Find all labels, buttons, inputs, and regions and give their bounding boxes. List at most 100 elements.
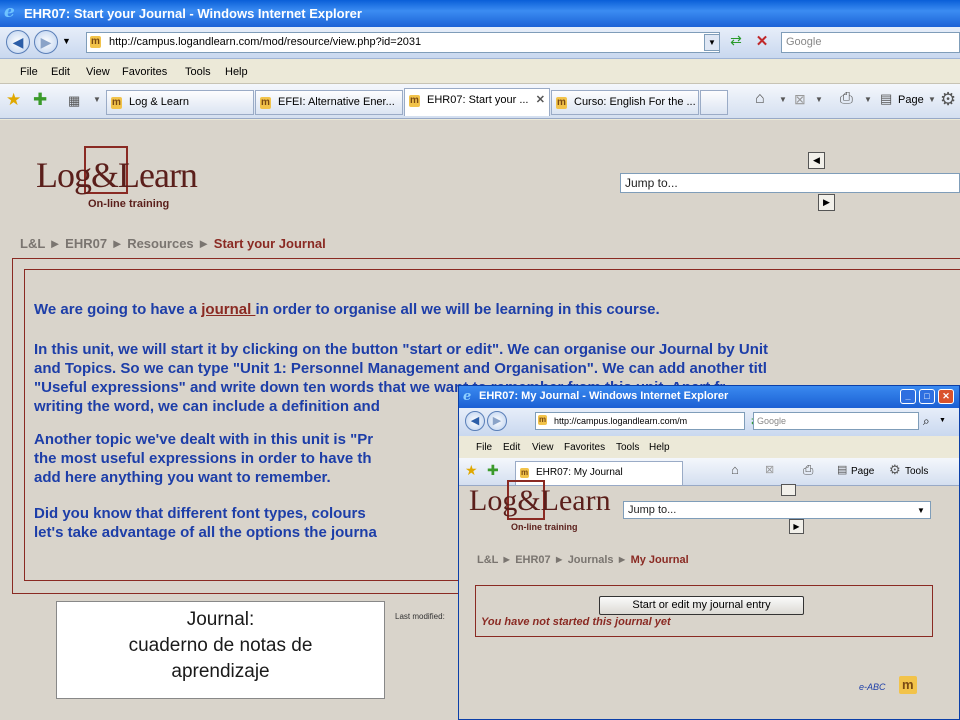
menu-view[interactable]: View [532, 442, 554, 453]
logo-text: Log&Learn [36, 155, 198, 195]
new-tab-button[interactable] [700, 90, 728, 115]
breadcrumb-separator-icon: ► [110, 236, 128, 251]
breadcrumb-separator-icon: ► [197, 236, 214, 251]
logo-subtitle: On-line training [88, 198, 170, 210]
maximize-button[interactable]: □ [919, 389, 935, 404]
breadcrumb-separator-icon: ► [616, 554, 631, 566]
moodle-favicon-icon: m [111, 97, 122, 109]
forward-button[interactable]: ▶ [487, 411, 507, 431]
caption-line-1: Journal: [186, 609, 255, 630]
recent-pages-dropdown-icon[interactable]: ▼ [62, 36, 71, 46]
back-button[interactable]: ◀ [465, 411, 485, 431]
print-icon[interactable]: ⎙ [803, 462, 813, 478]
favorites-star-icon[interactable]: ★ [6, 90, 21, 110]
page-menu-label[interactable]: Page [851, 466, 874, 477]
address-input[interactable]: m http://campus.logandlearn.com/mod/reso… [86, 32, 720, 53]
jump-dropdown-icon[interactable]: ▼ [917, 506, 925, 515]
page-icon[interactable]: ▤ [837, 463, 847, 476]
search-dropdown-icon[interactable]: ▼ [939, 417, 946, 424]
popup-menu-bar: File Edit View Favorites Tools Help [459, 436, 959, 458]
popup-search-input[interactable]: Google [753, 412, 919, 430]
add-favorites-icon[interactable]: ✚ [487, 462, 499, 479]
title-bar: e EHR07: Start your Journal - Windows In… [0, 0, 960, 27]
menu-file[interactable]: File [20, 66, 38, 78]
menu-tools[interactable]: Tools [616, 442, 639, 453]
popup-title: EHR07: My Journal - Windows Internet Exp… [479, 390, 729, 402]
search-input[interactable]: Google [781, 32, 960, 53]
tab-label: EFEI: Alternative Ener... [278, 96, 395, 108]
breadcrumb-resources[interactable]: Resources [127, 236, 193, 251]
close-window-button[interactable]: ✕ [938, 389, 954, 404]
popup-breadcrumb: L&L ► EHR07 ► Journals ► My Journal [477, 554, 689, 566]
tab-list-dropdown-icon[interactable]: ▼ [93, 95, 101, 104]
previous-activity-button[interactable] [781, 484, 796, 496]
intro-paragraph: We are going to have a journal in order … [34, 300, 660, 319]
tab-log-learn[interactable]: m Log & Learn [106, 90, 254, 115]
jump-to-select[interactable]: Jump to... [623, 501, 931, 519]
intro-text-end: in order to organise all we will be lear… [255, 301, 660, 318]
intro-text-start: We are going to have a [34, 301, 202, 318]
breadcrumb-separator-icon: ► [501, 554, 516, 566]
tab-curso-english[interactable]: m Curso: English For the ... [551, 90, 699, 115]
page-icon[interactable]: ▤ [880, 91, 892, 107]
menu-favorites[interactable]: Favorites [564, 442, 605, 453]
last-modified-label: Last modified: [395, 612, 445, 621]
tab-ehr07-start-journal[interactable]: m EHR07: Start your ... ✕ [404, 88, 550, 116]
feeds-icon[interactable]: ⊠ [765, 463, 774, 476]
feeds-dropdown-icon[interactable]: ▼ [815, 95, 823, 104]
menu-favorites[interactable]: Favorites [122, 66, 167, 78]
breadcrumb-course[interactable]: EHR07 [515, 554, 550, 566]
tab-efei[interactable]: m EFEI: Alternative Ener... [255, 90, 403, 115]
print-icon[interactable]: ⎙ [840, 90, 853, 108]
quick-tabs-icon[interactable]: ▦ [68, 93, 80, 109]
menu-file[interactable]: File [476, 442, 492, 453]
favorites-star-icon[interactable]: ★ [465, 462, 478, 479]
stop-icon[interactable]: ✕ [751, 32, 773, 53]
start-edit-journal-button[interactable]: Start or edit my journal entry [599, 596, 804, 615]
page-menu-label[interactable]: Page [898, 94, 924, 106]
menu-edit[interactable]: Edit [503, 442, 520, 453]
menu-help[interactable]: Help [225, 66, 248, 78]
breadcrumb-home[interactable]: L&L [20, 236, 45, 251]
refresh-icon[interactable]: ⇄ [725, 32, 747, 53]
tools-menu-label[interactable]: Tools [905, 466, 928, 477]
forward-button[interactable]: ▶ [34, 30, 58, 54]
paragraph-line: add here anything you want to remember. [34, 469, 331, 486]
moodle-favicon-icon: m [556, 97, 567, 109]
feeds-icon[interactable]: ⊠ [794, 91, 806, 108]
moodle-footer-icon[interactable]: m [899, 676, 917, 694]
print-dropdown-icon[interactable]: ▼ [864, 95, 872, 104]
previous-activity-button[interactable]: ◀ [808, 152, 825, 169]
next-activity-button[interactable]: ▶ [818, 194, 835, 211]
menu-edit[interactable]: Edit [51, 66, 70, 78]
add-favorites-icon[interactable]: ✚ [33, 90, 47, 110]
ie-logo-icon: e [4, 2, 15, 22]
home-dropdown-icon[interactable]: ▼ [779, 95, 787, 104]
breadcrumb-home[interactable]: L&L [477, 554, 498, 566]
moodle-favicon-icon: m [409, 95, 420, 107]
breadcrumb-journals[interactable]: Journals [568, 554, 614, 566]
breadcrumb-separator-icon: ► [553, 554, 568, 566]
address-dropdown-icon[interactable]: ▼ [704, 34, 720, 51]
log-learn-logo: Log&Learn On-line training [465, 480, 615, 540]
caption-box: Journal: cuaderno de notas de aprendizaj… [56, 601, 385, 699]
popup-address-input[interactable]: m http://campus.logandlearn.com/m [535, 412, 745, 430]
minimize-button[interactable]: _ [900, 389, 916, 404]
popup-page-content: Log&Learn On-line training Jump to... ▼ … [459, 480, 959, 719]
menu-view[interactable]: View [86, 66, 110, 78]
search-magnifier-icon[interactable]: ⌕ [923, 414, 930, 429]
jump-to-select[interactable]: Jump to... [620, 173, 960, 193]
tools-gear-icon[interactable]: ⚙ [940, 89, 956, 110]
page-dropdown-icon[interactable]: ▼ [928, 95, 936, 104]
next-activity-button[interactable]: ▶ [789, 519, 804, 534]
back-button[interactable]: ◀ [6, 30, 30, 54]
menu-help[interactable]: Help [649, 442, 670, 453]
close-tab-icon[interactable]: ✕ [536, 89, 545, 112]
journal-link[interactable]: journal [201, 301, 255, 318]
home-icon[interactable]: ⌂ [755, 90, 765, 108]
paragraph-line: and Topics. So we can type "Unit 1: Pers… [34, 360, 767, 377]
breadcrumb-course[interactable]: EHR07 [65, 236, 107, 251]
menu-tools[interactable]: Tools [185, 66, 211, 78]
tools-gear-icon[interactable]: ⚙ [889, 462, 901, 478]
home-icon[interactable]: ⌂ [731, 462, 739, 477]
